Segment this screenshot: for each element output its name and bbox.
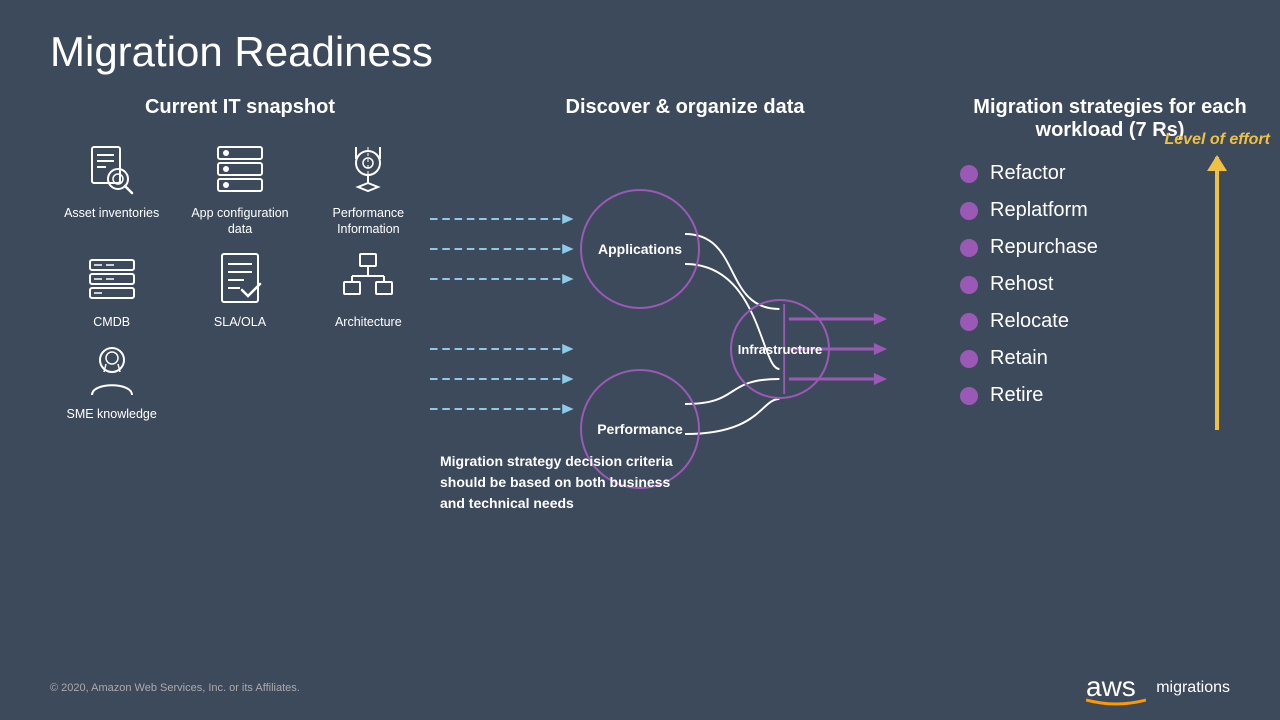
icon-app-config: App configuration data <box>178 139 301 238</box>
dot-retire <box>960 387 978 405</box>
effort-arrow <box>1213 157 1221 430</box>
effort-label: Level of effort <box>1165 130 1271 151</box>
circle-applications: Applications <box>580 189 700 309</box>
effort-arrow-line <box>1215 157 1219 430</box>
aws-logo: aws migrations <box>1086 668 1230 708</box>
effort-arrow-head <box>1207 155 1227 171</box>
dot-replatform <box>960 202 978 220</box>
copyright-text: © 2020, Amazon Web Services, Inc. or its… <box>50 682 300 694</box>
middle-section-heading: Discover & organize data <box>566 96 805 119</box>
icon-cmdb: CMDB <box>50 248 173 330</box>
icon-performance-info: Performance Information <box>307 139 430 238</box>
dot-refactor <box>960 165 978 183</box>
left-section-heading: Current IT snapshot <box>50 96 430 119</box>
aws-migrations-label: migrations <box>1156 679 1230 697</box>
dot-relocate <box>960 313 978 331</box>
aws-logo-icon: aws <box>1086 668 1146 708</box>
circle-infrastructure: Infrastructure <box>730 299 830 399</box>
page-title: Migration Readiness <box>0 0 1280 86</box>
footer: © 2020, Amazon Web Services, Inc. or its… <box>50 668 1230 708</box>
decision-criteria-text: Migration strategy decision criteria sho… <box>440 451 680 514</box>
icon-asset-inventories: Asset inventories <box>50 139 173 238</box>
effort-arrow-container: Level of effort <box>1165 130 1271 430</box>
dot-retain <box>960 350 978 368</box>
icon-architecture: Architecture <box>307 248 430 330</box>
svg-text:aws: aws <box>1086 671 1136 702</box>
dot-repurchase <box>960 239 978 257</box>
dot-rehost <box>960 276 978 294</box>
icon-sme-knowledge: SME knowledge <box>50 340 173 422</box>
icon-sla-ola: SLA/OLA <box>178 248 301 330</box>
